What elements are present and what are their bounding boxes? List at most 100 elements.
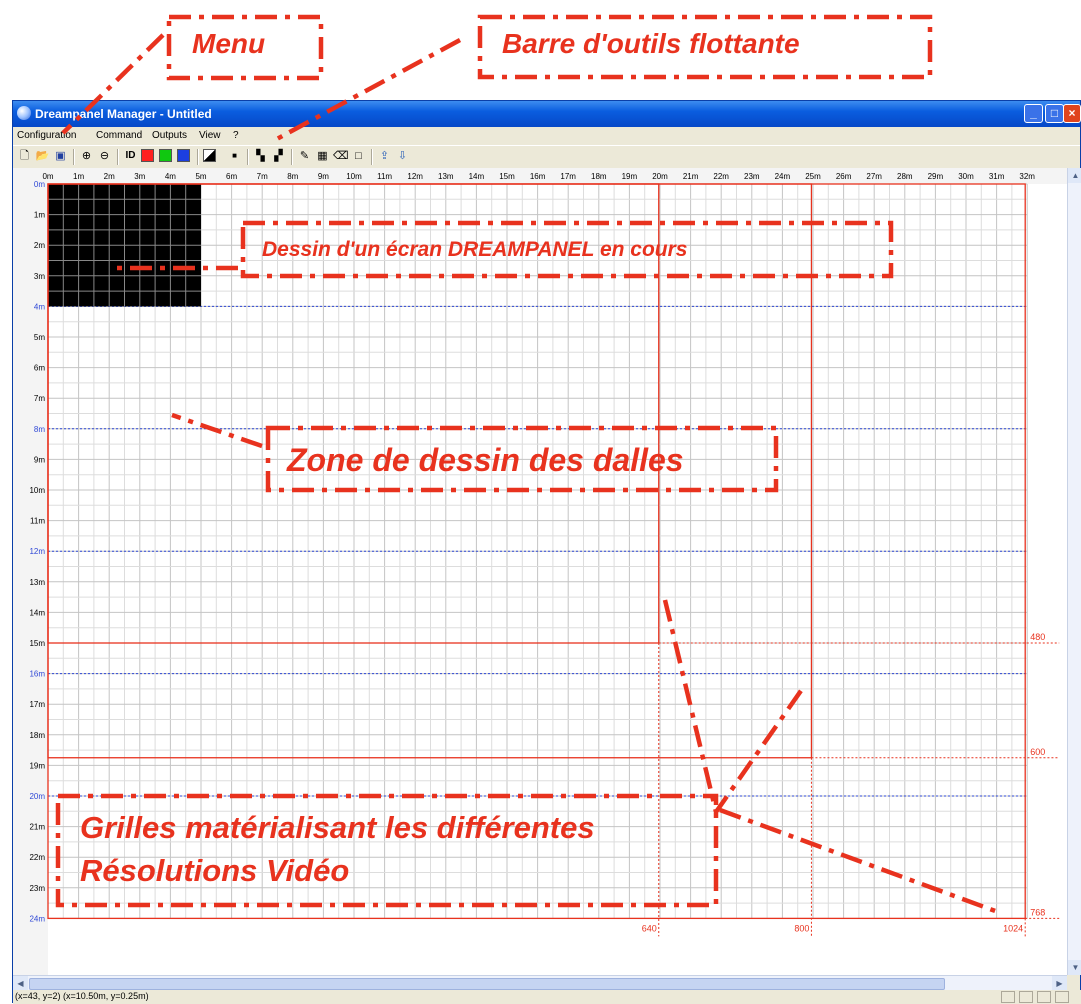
horizontal-scrollbar[interactable]: ◀ ▶	[13, 975, 1067, 991]
y-ruler-label: 1m	[34, 211, 45, 220]
y-ruler-label: 23m	[29, 884, 45, 893]
floating-toolbar: 🗋 📂 ▣ ⊕ ⊖ ID ■ ▚ ▞ ✎ ▦ ⌫ □ ⇪ ⇩	[13, 145, 1080, 169]
x-ruler-label: 13m	[438, 172, 454, 181]
menu-configuration[interactable]: Configuration	[17, 130, 76, 141]
resolution-height-label: 600	[1030, 747, 1045, 757]
drawing-callout: Dessin d'un écran DREAMPANEL en cours	[262, 238, 688, 261]
white-black-icon[interactable]	[203, 149, 216, 162]
x-ruler-label: 17m	[560, 172, 576, 181]
blue-color-swatch[interactable]	[177, 149, 190, 162]
y-ruler-label: 21m	[29, 823, 45, 832]
y-ruler-label: 12m	[29, 547, 45, 556]
app-logo-icon	[17, 106, 31, 120]
maximize-icon[interactable]: □	[1045, 104, 1064, 123]
minimize-icon[interactable]: _	[1024, 104, 1043, 123]
scroll-left-icon[interactable]: ◀	[13, 976, 28, 991]
menu-view[interactable]: View	[199, 130, 221, 141]
x-ruler-label: 16m	[530, 172, 546, 181]
status-panel	[1001, 991, 1015, 1003]
window-title: Dreampanel Manager - Untitled	[35, 107, 212, 121]
new-file-icon[interactable]: 🗋	[17, 149, 32, 163]
y-ruler-label: 16m	[29, 670, 45, 679]
eraser-icon[interactable]: ⌫	[333, 149, 349, 163]
y-ruler-label: 0m	[34, 180, 45, 189]
x-ruler-label: 4m	[165, 172, 176, 181]
x-ruler-label: 32m	[1019, 172, 1035, 181]
x-ruler-label: 8m	[287, 172, 298, 181]
toolbar-separator	[73, 149, 75, 165]
y-ruler-label: 8m	[34, 425, 45, 434]
horizontal-scroll-thumb[interactable]	[29, 978, 945, 990]
toolbar-callout: Barre d'outils flottante	[502, 28, 800, 59]
x-ruler-label: 21m	[683, 172, 699, 181]
x-ruler-label: 25m	[805, 172, 821, 181]
y-ruler-label: 22m	[29, 853, 45, 862]
menu-help[interactable]: ?	[233, 130, 239, 141]
y-ruler-label: 2m	[34, 241, 45, 250]
scroll-down-icon[interactable]: ▼	[1068, 960, 1081, 975]
resolution-width-label: 800	[794, 923, 809, 933]
x-ruler-label: 18m	[591, 172, 607, 181]
save-icon[interactable]: ▣	[53, 149, 68, 163]
x-ruler-label: 26m	[836, 172, 852, 181]
y-ruler-label: 24m	[29, 914, 45, 923]
y-ruler-label: 9m	[34, 455, 45, 464]
x-ruler-label: 3m	[134, 172, 145, 181]
menu-callout: Menu	[192, 28, 266, 59]
import-icon[interactable]: ⇩	[395, 149, 410, 163]
resolution-height-label: 480	[1030, 632, 1045, 642]
resolution-width-label: 640	[642, 923, 657, 933]
x-ruler-label: 5m	[195, 172, 206, 181]
grids-callout-line-2: Résolutions Vidéo	[80, 853, 350, 888]
menu-outputs[interactable]: Outputs	[152, 130, 187, 141]
title-bar: Dreampanel Manager - Untitled _ □ ×	[13, 101, 1081, 127]
x-ruler-label: 28m	[897, 172, 913, 181]
y-ruler-label: 6m	[34, 364, 45, 373]
scroll-up-icon[interactable]: ▲	[1068, 168, 1081, 183]
zone-callout: Zone de dessin des dalles	[287, 442, 684, 478]
red-color-swatch[interactable]	[141, 149, 154, 162]
open-file-icon[interactable]: 📂	[35, 149, 50, 163]
id-icon[interactable]: ID	[123, 149, 138, 163]
y-ruler-label: 13m	[29, 578, 45, 587]
zoom-out-icon[interactable]: ⊖	[97, 149, 112, 163]
x-ruler-label: 12m	[407, 172, 423, 181]
grid-tiles-icon[interactable]: ▚	[253, 149, 268, 163]
y-ruler-label: 4m	[34, 302, 45, 311]
pencil-icon[interactable]: ✎	[297, 149, 312, 163]
export-icon[interactable]: ⇪	[377, 149, 392, 163]
green-color-swatch[interactable]	[159, 149, 172, 162]
toolbar-separator	[371, 149, 373, 165]
status-panel	[1037, 991, 1051, 1003]
x-ruler-label: 2m	[104, 172, 115, 181]
y-ruler-label: 5m	[34, 333, 45, 342]
y-ruler-label: 17m	[29, 700, 45, 709]
x-ruler-label: 6m	[226, 172, 237, 181]
x-ruler-label: 10m	[346, 172, 362, 181]
y-ruler-label: 7m	[34, 394, 45, 403]
fill-icon[interactable]: ▦	[315, 149, 330, 163]
point-icon[interactable]: ■	[227, 149, 242, 163]
resolution-width-label: 1024	[1003, 923, 1023, 933]
scroll-right-icon[interactable]: ▶	[1052, 976, 1067, 991]
resolution-height-label: 768	[1030, 907, 1045, 917]
status-panel	[1019, 991, 1033, 1003]
grid-tiles-alt-icon[interactable]: ▞	[271, 149, 286, 163]
y-ruler-label: 11m	[30, 517, 45, 526]
y-ruler-label: 14m	[29, 608, 45, 617]
x-ruler-label: 1m	[73, 172, 84, 181]
menu-command[interactable]: Command	[96, 130, 142, 141]
y-ruler-label: 19m	[29, 761, 45, 770]
x-ruler-label: 23m	[744, 172, 760, 181]
close-icon[interactable]: ×	[1063, 104, 1081, 123]
menu-bar: Configuration Command Outputs View ?	[13, 127, 1080, 145]
x-ruler-label: 19m	[622, 172, 638, 181]
vertical-scrollbar[interactable]: ▲ ▼	[1067, 168, 1081, 975]
cursor-coordinates: (x=43, y=2) (x=10.50m, y=0.25m)	[15, 991, 149, 1001]
grids-callout-line-1: Grilles matérialisant les différentes	[80, 810, 595, 845]
y-ruler-label: 15m	[29, 639, 45, 648]
rectangle-icon[interactable]: □	[351, 149, 366, 163]
zoom-in-icon[interactable]: ⊕	[79, 149, 94, 163]
y-ruler-label: 10m	[29, 486, 45, 495]
x-ruler-label: 24m	[775, 172, 791, 181]
